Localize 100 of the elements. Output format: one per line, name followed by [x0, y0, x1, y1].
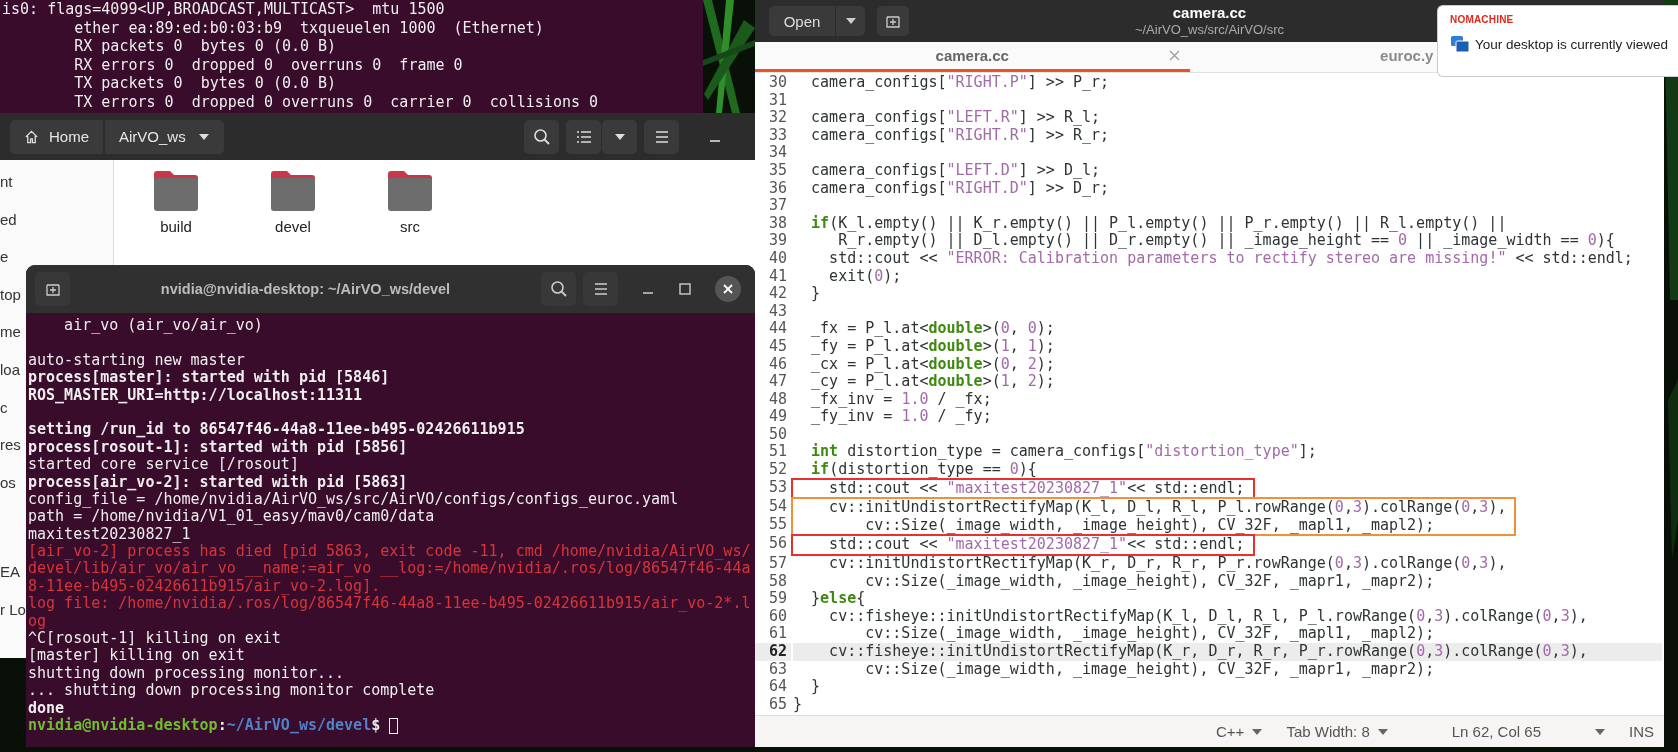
search-button[interactable]	[541, 272, 576, 306]
terminal-line: devel/lib/air_vo/air_vo __name:=air_vo __log:=/home/nvidia/.ros/log/86547f46-44a	[28, 560, 752, 578]
new-document-button[interactable]	[877, 6, 909, 36]
sidebar-item[interactable]: os	[0, 472, 16, 493]
code-line: cv::Size(_image_width, _image_height), CV_32F, _mapr1, _mapr2);	[865, 572, 1436, 591]
brand-logo: NOMACHINE	[1450, 14, 1514, 25]
sidebar-item[interactable]: e	[0, 247, 9, 268]
code-line: if(distortion_type == 0){	[810, 461, 1038, 479]
line-number: 53	[767, 478, 788, 497]
terminal-line: 8-11ee-b495-02426611b915/air_vo-2.log].	[28, 577, 381, 596]
code-line: camera_configs["RIGHT.P"] >> P_r;	[810, 74, 1111, 92]
caret-icon[interactable]	[844, 17, 857, 25]
menu-button[interactable]	[644, 119, 679, 154]
cursor-position: Ln 62, Col 65	[1451, 723, 1541, 740]
terminal-line: started core service [/rosout]	[28, 456, 300, 474]
folder-icon[interactable]	[387, 170, 433, 212]
menu-icon[interactable]	[653, 129, 670, 144]
line-number: 64	[767, 678, 788, 696]
line-number: 38	[767, 214, 788, 233]
terminal-line: setting /run_id to 86547f46-44a8-11ee-b495-02426611b915	[28, 421, 526, 439]
sidebar-item[interactable]: me	[0, 322, 21, 343]
menu-button[interactable]	[583, 272, 618, 306]
terminal-line: config_file = /home/nvidia/AirVO_ws/src/AirVO/configs/configs_euroc.yaml	[28, 490, 680, 509]
terminal-line: [air_vo-2] process has died [pid 5863, exit code -11, cmd /home/nvidia/AirVO_ws/	[28, 543, 752, 561]
home-icon[interactable]	[24, 128, 39, 145]
terminal-line: ROS_MASTER_URI=http://localhost:11311	[28, 386, 364, 404]
prompt-path: ~/AirVO_ws/devel	[226, 717, 372, 735]
sidebar-item[interactable]: nt	[0, 172, 13, 192]
search-button[interactable]	[524, 119, 559, 154]
folder-name[interactable]: devel	[275, 218, 311, 235]
folder-name[interactable]: src	[400, 218, 420, 235]
terminal-line: RX errors 0 dropped 0 overruns 0 frame 0	[73, 55, 464, 75]
line-number: 36	[767, 179, 788, 198]
code-line: cv::fisheye::initUndistortRectifyMap(K_l, D_l, R_l, P_l.rowRange(0,3).colRange(0,3),	[828, 607, 1589, 626]
line-number: 40	[767, 249, 788, 268]
code-line: cv::Size(_image_width, _image_height), CV_32F, _mapl1, _mapl2);	[865, 516, 1436, 535]
terminal-line: ^C[rosout-1] killing on exit	[28, 630, 282, 648]
new-tab-button[interactable]	[35, 272, 70, 306]
window-title: nvidia@nvidia-desktop: ~/AirVO_ws/devel	[159, 281, 452, 297]
code-line: }	[810, 285, 822, 303]
line-number: 47	[767, 373, 788, 391]
line-number: 49	[767, 408, 788, 426]
code-line: exit(0);	[828, 267, 903, 286]
line-number: 55	[767, 515, 788, 534]
line-number: 46	[767, 355, 788, 374]
code-line: camera_configs["LEFT.D"] >> D_l;	[810, 161, 1102, 180]
sidebar-item[interactable]: EA	[0, 562, 20, 583]
new-tab-icon[interactable]	[44, 281, 61, 297]
folder-icon[interactable]	[270, 170, 316, 212]
prompt-user: nvidia@nvidia-desktop	[28, 717, 218, 735]
menu-icon[interactable]	[592, 282, 609, 296]
caret-icon[interactable]	[1595, 728, 1605, 735]
window-title: camera.cc	[1172, 4, 1247, 22]
close-icon[interactable]	[715, 276, 741, 302]
line-number: 65	[767, 695, 788, 714]
sidebar-item[interactable]: res	[0, 435, 21, 456]
code-line: cv::initUndistortRectifyMap(K_r, D_r, R_r, P_r.rowRange(0,3).colRange(0,3),	[828, 555, 1508, 573]
line-number: 61	[767, 625, 788, 643]
code-line: int distortion_type = camera_configs["distortion_type"];	[810, 443, 1318, 461]
folder-name[interactable]: build	[160, 218, 192, 235]
path-button[interactable]: Home	[10, 119, 103, 154]
folder-icon[interactable]	[153, 170, 199, 212]
language-menu[interactable]: C++	[1216, 723, 1263, 740]
caret-icon[interactable]	[1377, 728, 1388, 735]
terminal-line: log file: /home/nvidia/.ros/log/86547f46-44a8-11ee-b495-02426611b915/air_vo-2*.l	[28, 595, 752, 613]
line-number: 41	[767, 267, 788, 286]
search-icon[interactable]	[532, 127, 551, 146]
open-button[interactable]: Open	[769, 6, 835, 36]
line-number: 56	[767, 535, 788, 554]
terminal-line: TX packets 0 bytes 0 (0.0 B)	[73, 74, 338, 93]
sidebar-item[interactable]: ed	[0, 209, 17, 230]
terminal-line: shutting down processing monitor...	[28, 664, 346, 683]
list-view-button[interactable]	[566, 119, 601, 154]
line-number: 52	[767, 461, 788, 479]
code-line: _fx = P_l.at<double>(0, 0);	[810, 320, 1056, 338]
sidebar-item[interactable]: loa	[0, 359, 21, 380]
search-icon[interactable]	[549, 280, 568, 298]
list-icon[interactable]	[575, 129, 592, 144]
insert-mode: INS	[1629, 723, 1654, 740]
sidebar-item[interactable]: c	[0, 397, 8, 418]
terminal-line: is0: flags=4099<UP,BROADCAST,MULTICAST> mtu 1500	[2, 0, 446, 19]
line-number: 58	[767, 572, 788, 591]
caret-icon[interactable]	[1252, 728, 1263, 735]
open-menu-button[interactable]	[836, 6, 865, 36]
new-tab-icon[interactable]	[885, 13, 901, 29]
maximize-icon[interactable]	[678, 282, 692, 296]
terminal-line: RX packets 0 bytes 0 (0.0 B)	[73, 37, 338, 56]
caret-icon[interactable]	[198, 132, 210, 141]
line-number: 34	[767, 144, 788, 162]
code-line: std::cout << "maxitest20230827_1"<< std::endl;	[828, 536, 1245, 555]
line-number: 43	[767, 302, 788, 321]
path-button[interactable]: AirVO_ws	[105, 119, 224, 154]
terminal-line: maxitest20230827_1	[28, 525, 191, 544]
view-options-button[interactable]	[602, 119, 637, 154]
sidebar-item[interactable]: top	[0, 284, 21, 305]
line-number: 35	[767, 161, 788, 180]
sidebar-item[interactable]: r Lo	[0, 599, 26, 620]
line-number: 30	[767, 74, 788, 92]
tab-width-menu[interactable]: Tab Width: 8	[1286, 723, 1388, 740]
caret-icon[interactable]	[613, 132, 626, 141]
